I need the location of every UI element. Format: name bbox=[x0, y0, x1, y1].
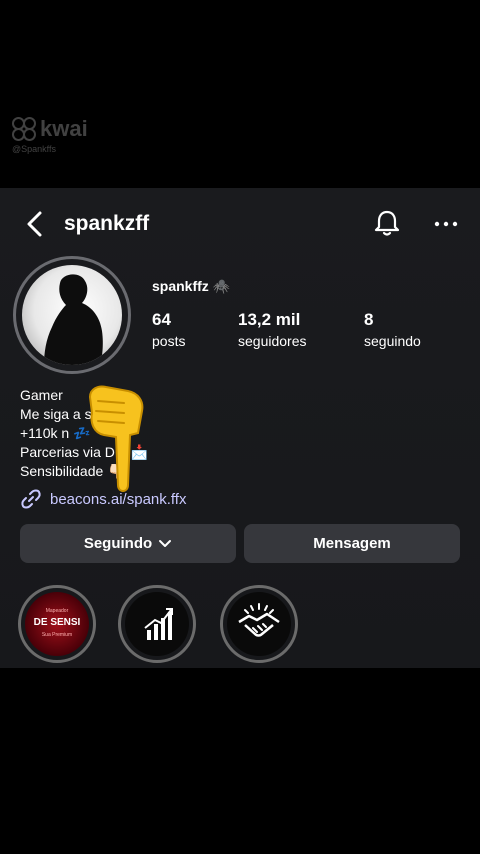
avatar-silhouette bbox=[44, 274, 103, 365]
kwai-logo-icon bbox=[12, 117, 36, 141]
stat-followers[interactable]: 13,2 mil seguidores bbox=[238, 310, 307, 349]
more-options-icon[interactable] bbox=[432, 210, 460, 238]
stat-posts[interactable]: 64 posts bbox=[152, 310, 185, 349]
stat-followers-label: seguidores bbox=[238, 333, 307, 349]
back-arrow-icon[interactable] bbox=[22, 210, 50, 238]
profile-panel: spankzff spankffz 🕷️ 64 posts 13,2 mil s… bbox=[0, 188, 480, 668]
chart-bars-icon bbox=[144, 608, 173, 640]
header-username: spankzff bbox=[64, 212, 150, 235]
highlight-sensi-top: Mapeador bbox=[45, 608, 69, 614]
profile-header: spankzff bbox=[0, 188, 480, 260]
kwai-watermark: kwai @Spankffs bbox=[12, 116, 88, 154]
display-name: spankffz 🕷️ bbox=[152, 278, 231, 294]
pointing-hand-emoji-icon bbox=[88, 385, 144, 492]
chevron-down-icon bbox=[159, 539, 172, 547]
stat-following-label: seguindo bbox=[364, 333, 421, 349]
highlight-partnership[interactable] bbox=[220, 585, 298, 663]
message-button[interactable]: Mensagem bbox=[244, 524, 460, 563]
following-button[interactable]: Seguindo bbox=[20, 524, 236, 563]
stat-posts-label: posts bbox=[152, 333, 186, 349]
notification-bell-icon[interactable] bbox=[372, 208, 402, 238]
link-icon bbox=[21, 489, 41, 509]
following-button-label: Seguindo bbox=[83, 535, 153, 552]
stat-following[interactable]: 8 seguindo bbox=[364, 310, 421, 349]
message-button-label: Mensagem bbox=[313, 535, 391, 552]
avatar[interactable] bbox=[13, 256, 131, 374]
highlight-sensi-bottom: Sua Premium bbox=[41, 632, 73, 638]
highlight-chart[interactable] bbox=[118, 585, 196, 663]
watermark-handle: @Spankffs bbox=[12, 144, 56, 154]
stat-followers-value: 13,2 mil bbox=[238, 310, 301, 329]
kwai-brand: kwai bbox=[40, 116, 88, 141]
highlight-sensi[interactable]: Mapeador DE SENSI Sua Premium bbox=[18, 585, 96, 663]
stat-posts-value: 64 bbox=[152, 310, 171, 329]
stat-following-value: 8 bbox=[364, 310, 374, 329]
highlight-sensi-title: DE SENSI bbox=[33, 617, 81, 628]
handshake-icon bbox=[238, 603, 280, 637]
